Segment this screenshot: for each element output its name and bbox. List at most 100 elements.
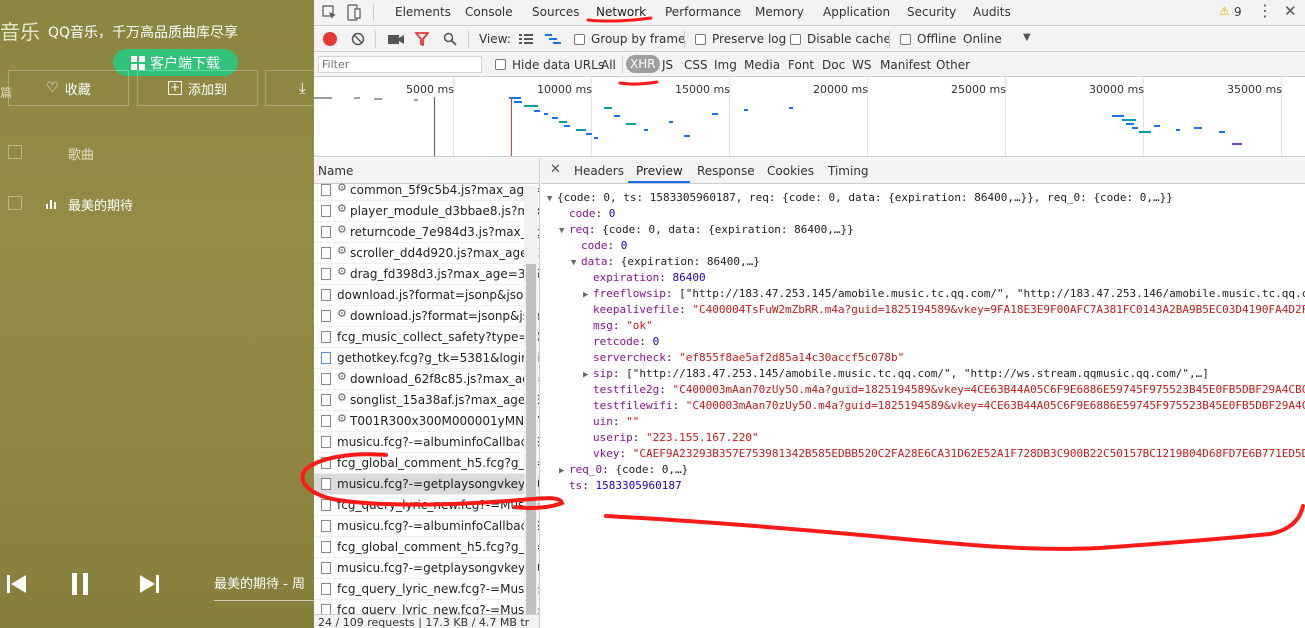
request-row[interactable]: gethotkey.fcg?g_tk=5381&loginUin [314,348,539,369]
filter-type-img[interactable]: Img [714,58,737,72]
tab-network[interactable]: Network [596,5,646,19]
song-checkbox[interactable] [8,196,22,210]
request-list-scrollbar[interactable] [524,186,538,624]
add-to-button[interactable]: + 添加到 [137,70,258,106]
request-row[interactable]: download.js?format=jsonp&jsonpC [314,285,539,306]
large-rows-icon[interactable] [519,33,533,45]
request-row[interactable]: ⚙ download_62f8c85.js?max_age=. [314,369,539,390]
json-root-row[interactable]: ▼ {code: 0, ts: 1583305960187, req: {code… [547,190,1173,207]
request-row[interactable]: musicu.fcg?-=getplaysongvkey790. [314,474,539,495]
record-icon[interactable] [323,32,337,46]
name-column-header[interactable]: Name [318,164,353,178]
close-detail-icon[interactable]: ✕ [550,162,561,177]
tab-console[interactable]: Console [465,5,513,19]
pause-icon[interactable] [70,572,90,596]
json-freeflowsip-row[interactable]: ▶ freeflowsip: ["http://183.47.253.145/am… [583,286,1305,303]
waterfall-bar [1139,131,1151,133]
collapsed-triangle-icon[interactable]: ▶ [583,287,593,303]
expand-triangle-icon[interactable]: ▼ [547,191,557,207]
filter-type-js[interactable]: JS [662,58,673,72]
select-all-checkbox[interactable] [8,145,22,159]
collapsed-triangle-icon[interactable]: ▶ [559,463,569,479]
waterfall-bar [354,97,360,99]
filter-type-css[interactable]: CSS [684,58,708,72]
tab-audits[interactable]: Audits [973,5,1011,19]
request-row[interactable]: fcg_query_lyric_new.fcg?-=MusicJs. [314,579,539,600]
search-icon[interactable] [443,32,457,46]
filter-type-doc[interactable]: Doc [822,58,845,72]
request-row[interactable]: ⚙ scroller_dd4d920.js?max_age=31 [314,243,539,264]
request-row[interactable]: ⚙ common_5f9c5b4.js?max_age=3 [314,180,539,201]
tab-security[interactable]: Security [907,5,956,19]
device-toolbar-icon[interactable] [347,4,361,21]
warning-count[interactable]: 9 [1234,5,1242,19]
network-overview-timeline[interactable]: 5000 ms 10000 ms 15000 ms 20000 ms 25000… [314,77,1305,157]
tab-timing[interactable]: Timing [828,164,869,178]
expand-triangle-icon[interactable]: ▼ [571,255,581,271]
filter-input[interactable] [318,56,482,73]
expand-triangle-icon[interactable]: ▼ [559,223,569,239]
request-row[interactable]: musicu.fcg?-=albuminfoCallback&g [314,516,539,537]
song-title[interactable]: 最美的期待 [68,195,133,214]
request-row[interactable]: fcg_global_comment_h5.fcg?g_tk=5 [314,537,540,558]
json-req-row[interactable]: ▼ req: {code: 0, data: {expiration: 86400… [559,222,854,239]
tab-elements[interactable]: Elements [395,5,451,19]
request-row[interactable]: ⚙ returncode_7e984d3.js?max_age [314,222,539,243]
tab-memory[interactable]: Memory [755,5,804,19]
request-row[interactable]: ⚙ drag_fd398d3.js?max_age=3153. [314,264,539,285]
request-row[interactable]: musicu.fcg?-=albuminfoCallback&g [314,432,539,453]
json-req0-row[interactable]: ▶ req_0: {code: 0,…} [559,462,688,479]
disable-cache-checkbox[interactable] [790,34,801,45]
tab-preview[interactable]: Preview [636,164,683,178]
tab-cookies[interactable]: Cookies [767,164,814,178]
collapsed-triangle-icon[interactable]: ▶ [583,367,593,383]
waterfall-view-icon[interactable] [545,33,561,45]
preserve-log-checkbox[interactable] [695,34,706,45]
more-options-icon[interactable]: ⋮ [1257,1,1273,20]
close-devtools-icon[interactable]: ✕ [1284,2,1297,20]
qq-music-player: 音乐 QQ音乐，千万高品质曲库尽享 客户端下载 篇 ♡ 收藏 + 添加到 ⤓ 歌… [0,0,314,628]
request-row[interactable]: ⚙ download.js?format=jsonp&json [314,306,539,327]
filter-type-manifest[interactable]: Manifest [880,58,931,72]
clear-icon[interactable] [351,32,365,46]
filter-type-font[interactable]: Font [788,58,814,72]
chevron-down-icon[interactable]: ▼ [1023,32,1031,43]
download-icon: ⤓ [299,79,306,97]
filter-type-ws[interactable]: WS [852,58,871,72]
json-sip-row[interactable]: ▶ sip: ["http://183.47.253.145/amobile.mu… [583,366,1209,383]
request-row[interactable]: ⚙ T001R300x300M000001yMNFV2 [314,411,539,432]
request-row[interactable]: fcg_global_comment_h5.fcg?g_tk=5 [314,453,539,474]
favorite-button[interactable]: ♡ 收藏 [8,70,129,106]
filter-type-other[interactable]: Other [936,58,970,72]
filter-type-xhr[interactable]: XHR [626,55,660,73]
throttling-select[interactable]: Online [963,32,1002,46]
request-name: musicu.fcg?-=getplaysongvkey098. [337,561,540,575]
load-event-marker [511,97,512,156]
inspect-element-icon[interactable] [322,5,337,20]
tab-response[interactable]: Response [697,164,755,178]
hide-data-urls-checkbox[interactable] [495,59,506,70]
next-track-icon[interactable] [138,574,160,594]
filter-type-all[interactable]: All [601,58,616,72]
tab-sources[interactable]: Sources [532,5,579,19]
request-row[interactable]: ⚙ player_module_d3bbae8.js?max_ [314,201,539,222]
request-row[interactable]: fcg_query_lyric_new.fcg?-=MusicJs. [314,495,539,516]
filter-funnel-icon[interactable] [415,32,429,46]
tab-application[interactable]: Application [823,5,890,19]
tab-headers[interactable]: Headers [574,164,624,178]
warning-icon[interactable]: ⚠ [1219,4,1230,18]
progress-bar[interactable] [214,600,314,601]
request-row[interactable]: ⚙ songlist_15a38af.js?max_age=31 [314,390,539,411]
download-button[interactable]: ⤓ [265,70,314,106]
request-name: fcg_global_comment_h5.fcg?g_tk=5 [337,540,540,554]
request-row[interactable]: fcg_music_collect_safety?type=100. [314,327,539,348]
previous-track-icon[interactable] [6,574,28,594]
group-by-frame-checkbox[interactable] [574,34,585,45]
offline-checkbox[interactable] [900,34,911,45]
filter-type-media[interactable]: Media [744,58,780,72]
scrollbar-thumb[interactable] [526,264,536,624]
screenshot-camera-icon[interactable] [388,33,404,45]
json-data-row[interactable]: ▼ data: {expiration: 86400,…} [571,254,760,271]
tab-performance[interactable]: Performance [665,5,741,19]
request-row[interactable]: musicu.fcg?-=getplaysongvkey098. [314,558,540,579]
